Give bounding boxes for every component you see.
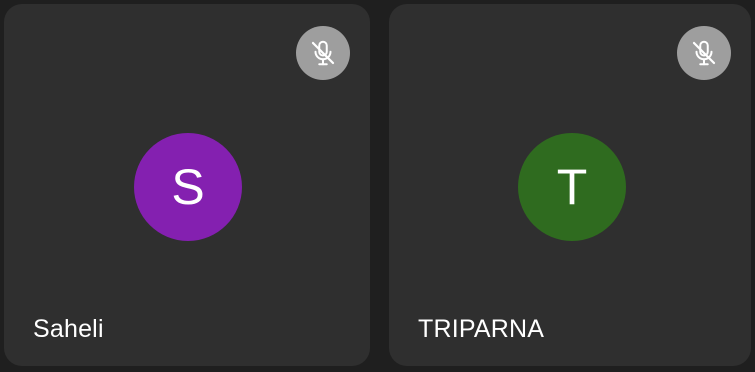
- avatar: S: [134, 133, 242, 241]
- mic-off-icon: [692, 40, 716, 66]
- avatar-initial: T: [556, 159, 588, 215]
- participant-name: TRIPARNA: [418, 315, 545, 343]
- avatar-initial: S: [171, 159, 205, 215]
- mic-off-badge: [677, 26, 731, 80]
- participant-tile-triparna[interactable]: T TRIPARNA: [389, 4, 751, 366]
- participant-name: Saheli: [33, 315, 104, 343]
- mic-off-icon: [311, 40, 335, 66]
- participant-tile-saheli[interactable]: S Saheli: [4, 4, 370, 366]
- mic-off-badge: [296, 26, 350, 80]
- avatar: T: [518, 133, 626, 241]
- meeting-grid: S Saheli T TRIPARNA: [0, 0, 755, 372]
